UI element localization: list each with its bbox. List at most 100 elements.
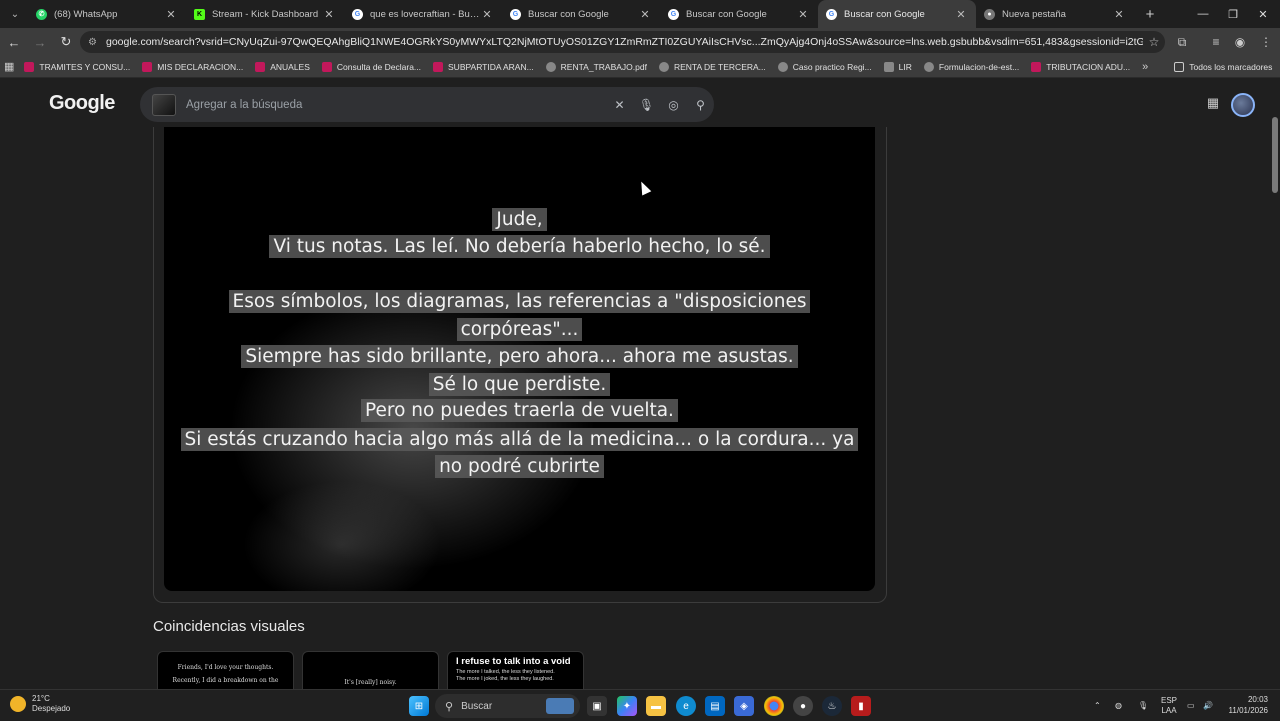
clock-time: 20:03 — [1247, 695, 1268, 704]
chrome-icon: ● — [984, 8, 995, 20]
extensions-icon[interactable]: ⧉ — [1170, 28, 1194, 56]
bookmark-icon — [433, 61, 444, 72]
window-close-button[interactable]: ✕ — [1248, 0, 1278, 28]
media-icon[interactable]: ≡ — [1204, 28, 1228, 56]
tab-whatsapp[interactable]: ✆ (68) WhatsApp ✕ — [28, 0, 186, 28]
bookmark-item[interactable]: TRAMITES Y CONSU... — [24, 61, 131, 72]
bookmark-star-icon[interactable]: ☆ — [1143, 35, 1165, 49]
bookmark-icon — [255, 61, 266, 72]
tab-lovecraftian[interactable]: G que es lovecraftian - Buscar con ✕ — [344, 0, 502, 28]
chrome-taskbar-icon[interactable] — [764, 696, 784, 716]
visual-match-thumbnail[interactable]: Friends, I'd love your thoughts. Recentl… — [157, 651, 294, 689]
search-icon: ⚲ — [445, 700, 454, 713]
visual-match-thumbnail[interactable]: It's [really] noisy. — [302, 651, 439, 689]
tray-overflow-icon[interactable]: ⌃ — [1094, 690, 1101, 721]
file-explorer-icon[interactable]: ▬ — [646, 696, 666, 716]
bookmark-item[interactable]: Consulta de Declara... — [321, 61, 421, 72]
clear-icon[interactable]: ✕ — [606, 98, 633, 112]
bookmark-icon — [142, 61, 153, 72]
menu-icon[interactable]: ⋮ — [1254, 28, 1278, 56]
search-bar[interactable]: Agregar a la búsqueda ✕ 🎙 ◎ ⚲ — [140, 87, 714, 122]
bookmarks-bar: ▦ TRAMITES Y CONSU... MIS DECLARACION...… — [0, 56, 1280, 78]
microphone-tray-icon[interactable]: 🎙 — [1138, 690, 1148, 721]
all-bookmarks[interactable]: Todos los marcadores — [1174, 61, 1272, 72]
copilot-icon[interactable]: ✦ — [617, 696, 637, 716]
bookmark-item[interactable]: LIR — [883, 61, 912, 72]
bookmark-item[interactable]: Formulacion-de-est... — [923, 61, 1019, 72]
url-text: google.com/search?vsrid=CNyUqZui-97QwQEQ… — [106, 36, 1143, 48]
tab-new-tab[interactable]: ● Nueva pestaña ✕ — [976, 0, 1134, 28]
forward-button[interactable]: → — [28, 30, 52, 54]
taskbar: 21°C Despejado ⊞ ⚲ Buscar ▣ ✦ ▬ e ▤ ◈ ● … — [0, 689, 1280, 720]
windows-start-icon[interactable]: ⊞ — [409, 696, 429, 716]
scrollbar[interactable] — [1272, 117, 1278, 193]
close-icon[interactable]: ✕ — [638, 8, 652, 21]
search-image-thumbnail[interactable] — [152, 93, 176, 116]
weather-widget[interactable]: 21°C Despejado — [10, 694, 70, 714]
reload-button[interactable]: ↻ — [54, 30, 78, 54]
edge-icon[interactable]: e — [676, 696, 696, 716]
new-tab-button[interactable]: + — [1138, 6, 1162, 23]
tab-title: que es lovecraftian - Buscar con — [370, 8, 480, 20]
note-line: Esos símbolos, los diagramas, las refere… — [164, 290, 875, 313]
search-placeholder[interactable]: Agregar a la búsqueda — [186, 99, 606, 111]
tab-google-active[interactable]: G Buscar con Google ✕ — [818, 0, 976, 28]
close-icon[interactable]: ✕ — [164, 8, 178, 21]
bookmark-label: RENTA_TRABAJO.pdf — [560, 61, 647, 72]
store-icon[interactable]: ▤ — [705, 696, 725, 716]
volume-icon[interactable]: 🔊 — [1203, 690, 1213, 721]
close-icon[interactable]: ✕ — [322, 8, 336, 21]
chevron-right-icon: » — [1142, 60, 1149, 73]
language-indicator[interactable]: ESP LAA — [1161, 690, 1177, 721]
close-icon[interactable]: ✕ — [1112, 8, 1126, 21]
bookmark-item[interactable]: SUBPARTIDA ARAN... — [433, 61, 534, 72]
steam-icon[interactable]: ♨ — [822, 696, 842, 716]
recording-app-icon[interactable]: ● — [793, 696, 813, 716]
bookmark-item[interactable]: RENTA DE TERCERA... — [658, 61, 766, 72]
restore-button[interactable]: ❐ — [1218, 0, 1248, 28]
clock[interactable]: 20:03 11/01/2026 — [1222, 694, 1268, 716]
tab-search-button[interactable]: ⌄ — [2, 3, 28, 25]
lens-icon[interactable]: ◎ — [660, 98, 687, 112]
minimize-button[interactable]: — — [1188, 0, 1218, 28]
bookmark-item[interactable]: ANUALES — [255, 61, 310, 72]
bookmark-icon — [321, 61, 332, 72]
address-bar[interactable]: ⚙ google.com/search?vsrid=CNyUqZui-97QwQ… — [80, 31, 1165, 53]
close-icon[interactable]: ✕ — [796, 8, 810, 21]
bookmark-item[interactable]: RENTA_TRABAJO.pdf — [545, 61, 647, 72]
app-red-icon[interactable]: ▮ — [851, 696, 871, 716]
bookmarks-overflow[interactable]: » — [1142, 61, 1162, 73]
google-logo[interactable]: Google — [49, 92, 115, 115]
microphone-icon[interactable]: 🎙 — [633, 98, 660, 112]
bookmark-label: TRAMITES Y CONSU... — [39, 61, 131, 72]
search-icon[interactable]: ⚲ — [687, 98, 714, 112]
task-view-icon[interactable]: ▣ — [587, 696, 607, 716]
tab-kick[interactable]: K Stream - Kick Dashboard ✕ — [186, 0, 344, 28]
visual-match-thumbnail[interactable]: I refuse to talk into a void The more I … — [447, 651, 584, 689]
avatar[interactable] — [1231, 93, 1255, 117]
back-button[interactable]: ← — [2, 30, 26, 54]
app-icon[interactable]: ◈ — [734, 696, 754, 716]
note-line: Jude, — [164, 208, 875, 231]
tab-google-2[interactable]: G Buscar con Google ✕ — [660, 0, 818, 28]
google-apps-icon[interactable]: ▦ — [1205, 95, 1221, 111]
note-line: no podré cubrirte — [164, 455, 875, 478]
close-icon[interactable]: ✕ — [480, 8, 494, 21]
bookmark-item[interactable]: MIS DECLARACION... — [142, 61, 243, 72]
close-icon[interactable]: ✕ — [954, 8, 968, 21]
profile-icon[interactable]: ◉ — [1228, 28, 1252, 56]
tab-title: Stream - Kick Dashboard — [212, 8, 319, 20]
tab-google-1[interactable]: G Buscar con Google ✕ — [502, 0, 660, 28]
bookmark-item[interactable]: Caso practico Regi... — [777, 61, 872, 72]
taskbar-search[interactable]: ⚲ Buscar — [435, 694, 580, 718]
bookmark-item[interactable]: TRIBUTACION ADU... — [1031, 61, 1130, 72]
tab-title: Nueva pestaña — [1002, 8, 1066, 20]
site-info-icon[interactable]: ⚙ — [88, 37, 100, 48]
weather-condition: Despejado — [32, 704, 71, 713]
google-icon: G — [510, 8, 521, 20]
display-icon[interactable]: ▭ — [1187, 690, 1195, 721]
apps-icon[interactable]: ▦ — [4, 60, 14, 73]
image-preview[interactable]: Jude, Vi tus notas. Las leí. No debería … — [164, 127, 875, 591]
network-icon[interactable]: ◍ — [1115, 690, 1122, 721]
google-icon: G — [668, 8, 679, 20]
